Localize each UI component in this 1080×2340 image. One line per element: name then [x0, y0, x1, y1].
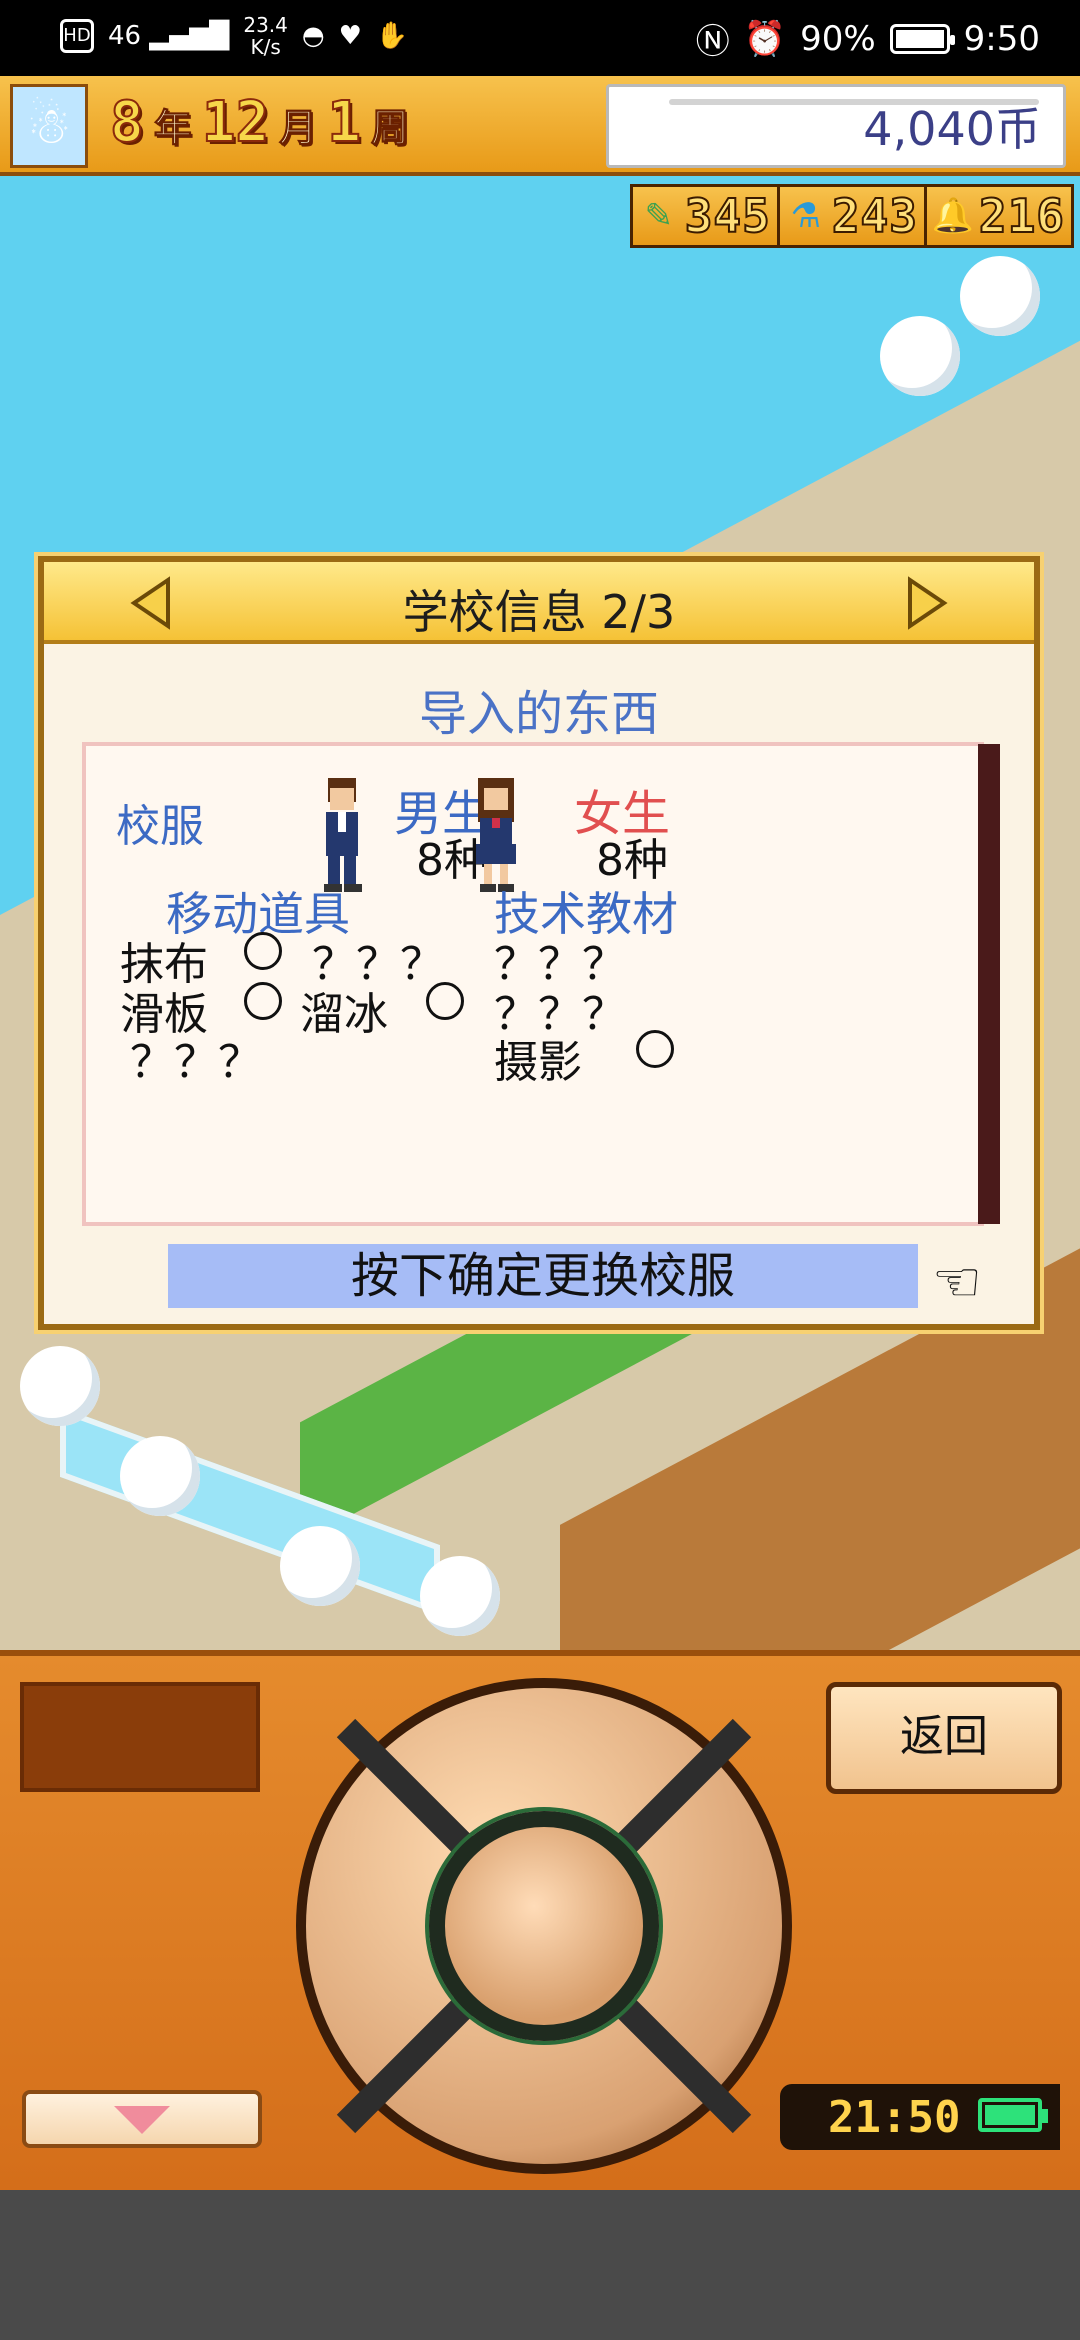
game-date: 8 年 12 月 1 周 — [109, 89, 409, 156]
hand-icon: ✋ — [375, 21, 409, 51]
nav-area — [0, 2190, 1080, 2340]
year-unit: 年 — [153, 106, 192, 151]
battery-icon — [889, 23, 955, 54]
down-arrow-icon — [114, 2106, 170, 2134]
item-unknown: ？？？ — [130, 1037, 262, 1088]
hd-icon: HD — [60, 19, 94, 53]
info-panel[interactable]: 校服 男生 8种 女生 8种 移动道具 技术教材 抹布 ？？？ ？？？ 滑板 溜… — [82, 742, 984, 1226]
pointing-hand-icon: ☜ — [931, 1250, 982, 1315]
resource-research: ✎ 345 — [632, 187, 780, 245]
owned-circle-icon — [636, 1030, 674, 1068]
menu-toggle-button[interactable] — [22, 2090, 262, 2148]
game-topbar: ☃ 8 年 12 月 1 周 4,040币 — [0, 76, 1080, 176]
school-info-dialog: 学校信息 2/3 导入的东西 校服 男生 8种 女生 8种 移动道具 技术教材 … — [38, 556, 1040, 1330]
next-page-icon[interactable] — [902, 576, 950, 630]
snow-tree-icon — [420, 1556, 500, 1636]
game-clock: 21:50 — [780, 2084, 1060, 2150]
owned-circle-icon — [244, 982, 282, 1020]
month-value: 12 — [201, 89, 270, 156]
uniform-label: 校服 — [116, 801, 204, 852]
money-display: 4,040币 — [606, 84, 1066, 168]
money-value: 4,040币 — [863, 102, 1041, 156]
network-speed: 23.4 K/s — [243, 13, 288, 59]
resource-culture: 🔔 216 — [926, 187, 1071, 245]
week-value: 1 — [326, 89, 362, 156]
snow-tree-icon — [960, 256, 1040, 336]
flask-icon: ⚗ — [790, 196, 822, 236]
snow-tree-icon — [280, 1526, 360, 1606]
owned-circle-icon — [244, 932, 282, 970]
battery-icon — [978, 2098, 1048, 2132]
pencil-icon: ✎ — [644, 196, 673, 236]
year-value: 8 — [109, 89, 145, 156]
snow-tree-icon — [880, 316, 960, 396]
snow-tree-icon — [120, 1436, 200, 1516]
qq-icon: ◓ — [301, 21, 325, 51]
heartbeat-icon: ♥ — [338, 21, 362, 51]
status-left: HD 46 ▂▄▆█ 23.4 K/s ◓ ♥ ✋ — [60, 14, 408, 58]
alarm-icon: ⏰ — [743, 18, 787, 59]
female-student-icon — [476, 778, 516, 892]
dpad-center-button[interactable] — [429, 1811, 659, 2041]
item-skates: 溜冰 — [300, 989, 388, 1040]
snowman-icon: ☃ — [10, 84, 88, 168]
section-subtitle: 导入的东西 — [418, 686, 659, 742]
battery-percent: 90% — [800, 18, 876, 59]
snow-tree-icon — [20, 1346, 100, 1426]
status-right: Ⓝ ⏰ 90% 9:50 — [696, 14, 1040, 63]
dpad[interactable] — [296, 1678, 792, 2174]
month-unit: 月 — [279, 106, 318, 151]
clock: 9:50 — [963, 18, 1040, 59]
bell-icon: 🔔 — [931, 196, 975, 236]
week-unit: 周 — [370, 106, 409, 151]
signal-icon: 46 ▂▄▆█ — [108, 21, 230, 51]
resource-bar: ✎ 345 ⚗ 243 🔔 216 — [629, 184, 1074, 248]
empty-slot — [20, 1682, 260, 1792]
dialog-title: 学校信息 2/3 — [402, 585, 676, 639]
confirm-change-uniform[interactable]: 按下确定更换校服 — [168, 1244, 918, 1308]
panel-scrollbar[interactable] — [978, 744, 1000, 1224]
dialog-header: 学校信息 2/3 — [44, 562, 1034, 644]
resource-science: ⚗ 243 — [779, 187, 927, 245]
back-button[interactable]: 返回 — [826, 1682, 1062, 1794]
status-bar: HD 46 ▂▄▆█ 23.4 K/s ◓ ♥ ✋ Ⓝ ⏰ 90% 9:50 — [0, 0, 1080, 76]
game-controller: 返回 21:50 — [0, 1650, 1080, 2190]
nfc-icon: Ⓝ — [695, 22, 730, 62]
tech-photography: 摄影 — [494, 1037, 582, 1088]
owned-circle-icon — [426, 982, 464, 1020]
